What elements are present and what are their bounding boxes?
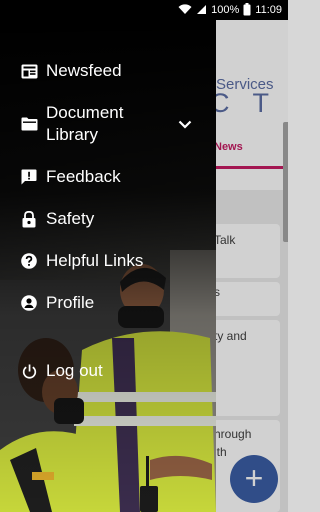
menu-label: Feedback (46, 167, 121, 186)
help-circle-icon (20, 252, 38, 270)
status-icons: 100% 11:09 (178, 3, 282, 16)
menu-label: Profile (46, 293, 95, 312)
account-circle-icon (20, 294, 38, 312)
menu-item-newsfeed[interactable]: Newsfeed (0, 56, 216, 86)
feedback-icon (20, 168, 38, 186)
menu-label: Document Library (46, 102, 123, 146)
menu-label: Log out (46, 361, 103, 380)
menu-item-profile[interactable]: Profile (0, 288, 216, 318)
menu-label: Safety (46, 209, 95, 228)
menu-item-log-out[interactable]: Log out (0, 356, 216, 386)
menu-item-helpful-links[interactable]: Helpful Links (0, 246, 216, 276)
menu-label: Helpful Links (46, 251, 144, 270)
newspaper-icon (20, 62, 38, 80)
power-icon (20, 362, 38, 380)
navigation-drawer: Newsfeed Document Library Feedback Safet… (0, 20, 216, 512)
wifi-icon (178, 4, 192, 15)
menu-item-safety[interactable]: Safety (0, 204, 216, 234)
signal-icon (196, 4, 207, 15)
menu-item-feedback[interactable]: Feedback (0, 162, 216, 192)
status-bar: 100% 11:09 (0, 0, 288, 20)
battery-icon (243, 3, 251, 16)
folder-icon (20, 115, 38, 133)
menu-item-document-library[interactable]: Document Library (0, 100, 216, 148)
menu-label: Newsfeed (46, 61, 122, 80)
clock: 11:09 (255, 3, 282, 16)
menu-label-line2: Library (46, 125, 98, 144)
battery-percent: 100% (211, 3, 240, 16)
menu-label-line1: Document (46, 103, 124, 122)
chevron-down-icon[interactable] (178, 116, 192, 134)
lock-icon (20, 210, 38, 228)
